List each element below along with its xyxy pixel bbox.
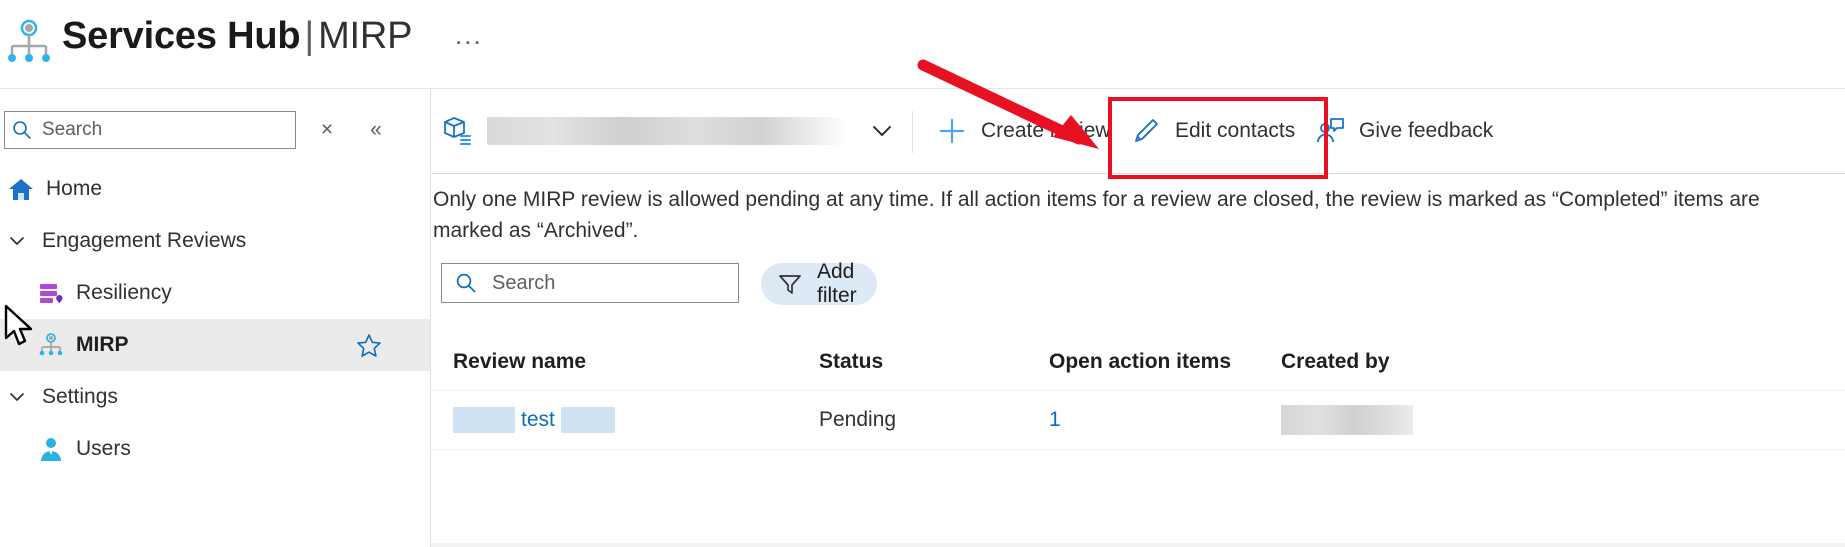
cell-review-name: test	[453, 391, 615, 449]
mirp-hierarchy-icon	[6, 14, 52, 68]
chevron-down-icon	[2, 226, 32, 256]
filter-icon	[777, 271, 803, 297]
search-icon	[454, 271, 478, 295]
add-filter-button[interactable]: Add filter	[761, 260, 877, 307]
column-header-open-action-items[interactable]: Open action items	[1049, 334, 1231, 390]
cell-created-by	[1281, 391, 1413, 449]
page-title-section: MIRP	[318, 15, 413, 57]
column-header-status[interactable]: Status	[819, 334, 883, 390]
page-title: Services Hub | MIRP	[62, 8, 412, 64]
command-bar-divider	[912, 111, 913, 153]
command-bar: Create review Edit contacts Give feedbac…	[431, 59, 1845, 179]
search-icon	[11, 119, 33, 141]
edit-contacts-label: Edit contacts	[1175, 119, 1296, 142]
page-title-separator: |	[304, 15, 315, 57]
page-header: Services Hub | MIRP ...	[0, 0, 1845, 89]
review-name-redaction-left	[453, 407, 515, 433]
sidebar-item-label: Engagement Reviews	[42, 229, 247, 252]
search-placeholder: Search	[492, 271, 556, 294]
create-review-label: Create review	[981, 119, 1111, 142]
table-bottom-edge	[431, 543, 1845, 547]
workspace-name-redacted	[487, 117, 847, 145]
sidebar-search-clear-icon[interactable]: ×	[314, 117, 340, 143]
sidebar-group-settings[interactable]: Settings	[0, 371, 430, 423]
plus-icon	[937, 116, 967, 146]
sidebar-item-label: Resiliency	[76, 281, 172, 304]
create-review-button[interactable]: Create review	[937, 107, 1111, 155]
add-filter-label: Add filter	[817, 260, 857, 307]
sidebar-collapse-icon[interactable]: «	[362, 117, 390, 143]
search-input[interactable]: Search	[441, 263, 739, 303]
sidebar-item-label: Settings	[42, 385, 118, 408]
chevron-down-icon[interactable]	[867, 116, 897, 146]
cell-open-action-items: 1	[1049, 391, 1061, 449]
open-action-items-link[interactable]: 1	[1049, 408, 1061, 432]
table-header-row: Review name Status Open action items Cre…	[431, 334, 1845, 390]
sidebar-item-label: MIRP	[76, 333, 129, 356]
table-row[interactable]: test Pending 1	[431, 390, 1845, 450]
person-feedback-icon	[1315, 116, 1345, 146]
pencil-icon	[1131, 116, 1161, 146]
review-name-link[interactable]: test	[515, 408, 561, 432]
chevron-down-icon	[2, 382, 32, 412]
page-description: Only one MIRP review is allowed pending …	[433, 188, 1760, 242]
column-header-created-by[interactable]: Created by	[1281, 334, 1390, 390]
review-name-redaction-right	[560, 407, 615, 433]
user-icon	[36, 434, 66, 464]
sidebar-item-home[interactable]: Home	[0, 163, 430, 215]
sidebar-item-label: Home	[46, 177, 103, 200]
give-feedback-label: Give feedback	[1359, 119, 1494, 142]
reviews-table: Review name Status Open action items Cre…	[431, 334, 1845, 450]
sidebar-item-resiliency[interactable]: Resiliency	[0, 267, 430, 319]
sidebar-group-engagement-reviews[interactable]: Engagement Reviews	[0, 215, 430, 267]
header-overflow-menu[interactable]: ...	[455, 20, 483, 50]
sidebar-search-input[interactable]: Search	[4, 111, 296, 149]
sidebar-item-mirp[interactable]: MIRP	[0, 319, 430, 371]
favorite-star-icon[interactable]	[356, 333, 382, 359]
created-by-redaction	[1281, 405, 1413, 435]
sidebar-search-row: Search × «	[0, 111, 430, 155]
sidebar-nav: Home Engagement Reviews Resiliency MIRP …	[0, 163, 430, 475]
app-screen: Services Hub | MIRP ... Search × « Home …	[0, 0, 1845, 547]
edit-contacts-button[interactable]: Edit contacts	[1131, 107, 1295, 155]
cell-status: Pending	[819, 408, 897, 431]
workspace-cube-icon	[443, 115, 473, 147]
sidebar-item-label: Users	[76, 437, 131, 460]
column-header-review-name[interactable]: Review name	[453, 334, 586, 390]
give-feedback-button[interactable]: Give feedback	[1315, 107, 1493, 155]
page-title-product: Services Hub	[62, 15, 301, 57]
sidebar: Search × « Home Engagement Reviews Resil…	[0, 89, 431, 547]
main-content: Create review Edit contacts Give feedbac…	[431, 59, 1845, 547]
home-icon	[6, 174, 36, 204]
resiliency-icon	[36, 278, 66, 308]
sidebar-search-placeholder: Search	[42, 119, 103, 140]
sidebar-item-users[interactable]: Users	[0, 423, 430, 475]
mirp-hierarchy-icon	[36, 330, 66, 360]
workspace-scope-selector[interactable]	[443, 108, 897, 154]
